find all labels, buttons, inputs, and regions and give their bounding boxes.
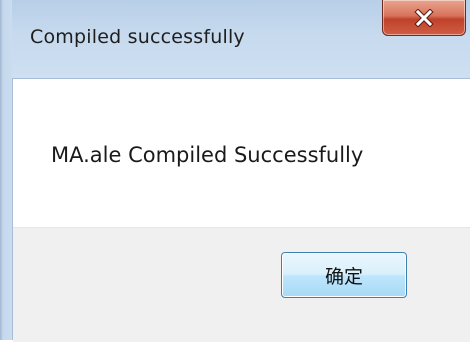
title-bar[interactable]: Compiled successfully [0,0,470,78]
window-frame-left [0,0,12,340]
ok-button[interactable]: 确定 [281,252,407,298]
close-icon [413,8,435,27]
dialog-window: Compiled successfully MA.ale Compiled Su… [0,0,470,342]
dialog-content: MA.ale Compiled Successfully 确定 [12,78,470,342]
window-title: Compiled successfully [30,26,245,48]
message-text: MA.ale Compiled Successfully [51,143,364,167]
close-button[interactable] [382,0,466,36]
button-bar: 确定 [13,227,470,342]
